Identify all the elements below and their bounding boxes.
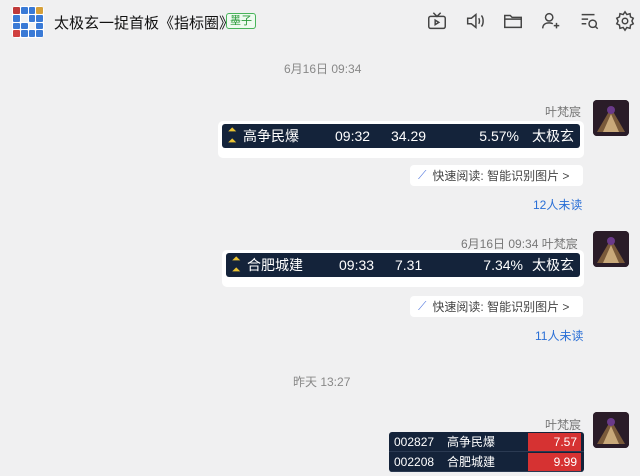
stock-row: ⏶ ⏶ 高争民爆 09:32 34.29 5.57% 太极玄 <box>222 124 580 148</box>
stock-source: 太极玄 <box>532 128 574 144</box>
sender-name: 叶梵宸 <box>545 105 582 119</box>
quick-read-label: 快速阅读: 智能识别图片 > <box>432 300 570 314</box>
quick-read-label: 快速阅读: 智能识别图片 > <box>432 169 570 183</box>
stock-alert-card[interactable]: ⏶ ⏶ 合肥城建 09:33 7.31 7.34% 太极玄 <box>222 250 584 287</box>
table-row: 002208 合肥城建 9.99 <box>389 452 584 472</box>
stock-time: 09:32 <box>335 128 371 144</box>
chat-title: 太极玄一捉首板《指标圈》 <box>54 15 235 32</box>
sender-avatar[interactable] <box>593 100 629 136</box>
stock-price: 34.29 <box>391 128 427 144</box>
stock-alert-card[interactable]: ⏶ ⏶ 高争民爆 09:32 34.29 5.57% 太极玄 <box>218 121 584 158</box>
unread-count[interactable]: 11人未读 <box>535 327 583 344</box>
quick-read-button[interactable]: ⟋ 快速阅读: 智能识别图片 > <box>410 165 583 186</box>
stock-name: 高争民爆 <box>447 435 496 449</box>
mute-icon[interactable] <box>464 10 488 34</box>
stock-code: 002827 <box>394 434 435 449</box>
stock-price: 7.31 <box>395 257 423 273</box>
stock-source: 太极玄 <box>532 257 574 273</box>
time-separator: 6月16日 09:34 <box>284 62 362 76</box>
tag-badge: 墨子 <box>226 13 256 29</box>
sender-avatar[interactable] <box>593 231 629 267</box>
stock-table-image[interactable]: 002827 高争民爆 7.57 002208 合肥城建 9.99 <box>389 432 584 472</box>
quick-read-button[interactable]: ⟋ 快速阅读: 智能识别图片 > <box>410 296 583 317</box>
group-avatar[interactable] <box>12 6 44 38</box>
folder-icon[interactable] <box>502 10 526 34</box>
table-row: 002827 高争民爆 7.57 <box>389 432 584 452</box>
chat-header: 太极玄一捉首板《指标圈》 墨子 <box>0 0 640 44</box>
add-member-icon[interactable] <box>540 10 564 34</box>
tv-icon[interactable] <box>426 10 450 34</box>
stock-value: 9.99 <box>528 452 581 471</box>
settings-icon[interactable] <box>614 10 638 34</box>
sender-name: 叶梵宸 <box>545 418 582 432</box>
unread-count[interactable]: 12人未读 <box>533 196 582 213</box>
stock-change: 5.57% <box>479 128 519 144</box>
limit-up-icon: ⏶ ⏶ <box>231 253 241 276</box>
stock-value: 7.57 <box>528 432 581 451</box>
stock-name: 合肥城建 <box>247 257 303 273</box>
chat-search-icon[interactable] <box>578 10 602 34</box>
limit-up-icon: ⏶ ⏶ <box>227 124 237 147</box>
time-separator: 昨天 13:27 <box>293 375 351 389</box>
magic-wand-icon: ⟋ <box>418 168 427 182</box>
sender-avatar[interactable] <box>593 412 629 448</box>
stock-code: 002208 <box>394 454 435 469</box>
stock-change: 7.34% <box>483 257 523 273</box>
stock-name: 合肥城建 <box>447 455 496 469</box>
magic-wand-icon: ⟋ <box>418 299 427 313</box>
stock-name: 高争民爆 <box>243 128 299 144</box>
stock-row: ⏶ ⏶ 合肥城建 09:33 7.31 7.34% 太极玄 <box>226 253 580 277</box>
stock-time: 09:33 <box>339 257 375 273</box>
